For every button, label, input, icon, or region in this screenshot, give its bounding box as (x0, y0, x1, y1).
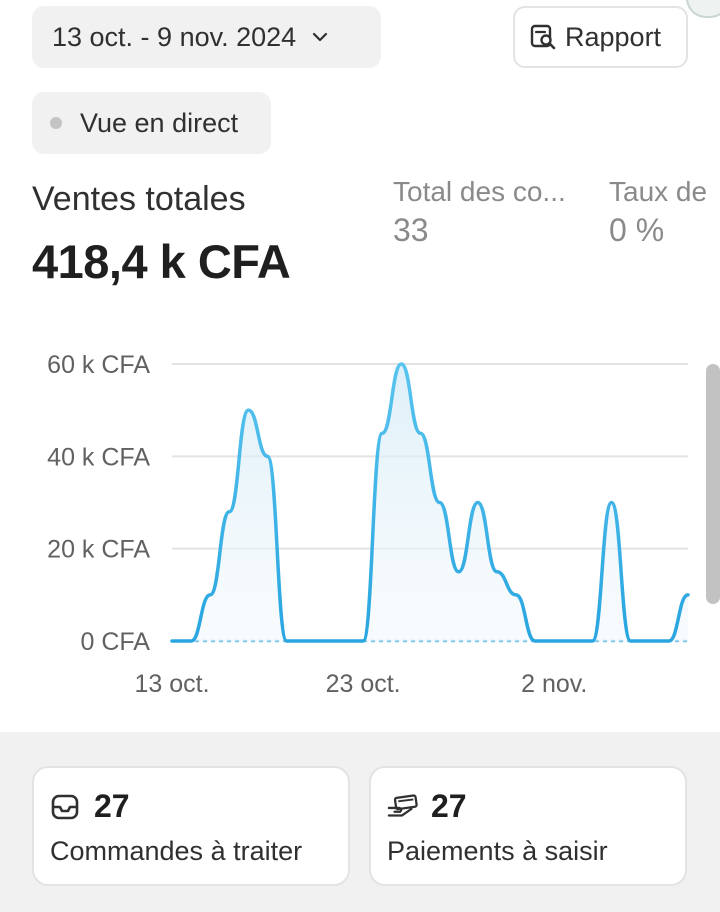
y-tick-label: 0 CFA (81, 628, 151, 656)
orders-metric-value: 33 (393, 212, 429, 248)
payments-to-capture-count: 27 (431, 788, 467, 824)
orders-to-process-label: Commandes à traiter (50, 836, 303, 866)
date-range-label: 13 oct. - 9 nov. 2024 (52, 21, 297, 52)
sales-chart[interactable]: 0 CFA 20 k CFA 40 k CFA 60 k CFA 13 oct. 23 o… (0, 330, 720, 710)
rate-metric[interactable]: Taux de 0 % (609, 176, 720, 249)
live-status-dot (50, 117, 62, 129)
date-range-button[interactable]: 13 oct. - 9 nov. 2024 (32, 6, 381, 68)
report-search-icon (529, 22, 559, 52)
report-label: Rapport (565, 21, 662, 52)
orders-metric-label: Total des co... (393, 176, 566, 207)
y-tick-label: 60 k CFA (47, 351, 150, 379)
total-sales-label[interactable]: Ventes totales (32, 180, 246, 219)
inbox-icon (50, 791, 82, 823)
y-tick-label: 40 k CFA (47, 443, 150, 471)
live-view-button[interactable]: Vue en direct (32, 92, 271, 154)
report-button[interactable]: Rapport (513, 6, 688, 68)
x-tick-label: 2 nov. (521, 670, 587, 698)
corner-decoration (686, 0, 720, 18)
x-tick-label: 23 oct. (326, 670, 401, 698)
payments-to-capture-label: Paiements à saisir (387, 836, 608, 866)
scrollbar[interactable] (706, 364, 720, 604)
sales-chart-svg: 0 CFA 20 k CFA 40 k CFA 60 k CFA 13 oct. 23 o… (47, 351, 690, 698)
rate-metric-label: Taux de (609, 176, 708, 207)
payments-to-capture-card[interactable]: 27 Paiements à saisir (369, 766, 687, 886)
live-view-label: Vue en direct (80, 107, 239, 138)
payment-hand-icon (387, 791, 419, 823)
orders-to-process-count: 27 (94, 788, 130, 824)
x-tick-label: 13 oct. (134, 670, 209, 698)
orders-metric[interactable]: Total des co... 33 (393, 176, 593, 249)
chevron-down-icon (310, 27, 330, 47)
orders-to-process-card[interactable]: 27 Commandes à traiter (32, 766, 350, 886)
total-sales-value: 418,4 k CFA (32, 235, 291, 288)
y-tick-label: 20 k CFA (47, 536, 150, 564)
rate-metric-value: 0 % (609, 212, 665, 248)
